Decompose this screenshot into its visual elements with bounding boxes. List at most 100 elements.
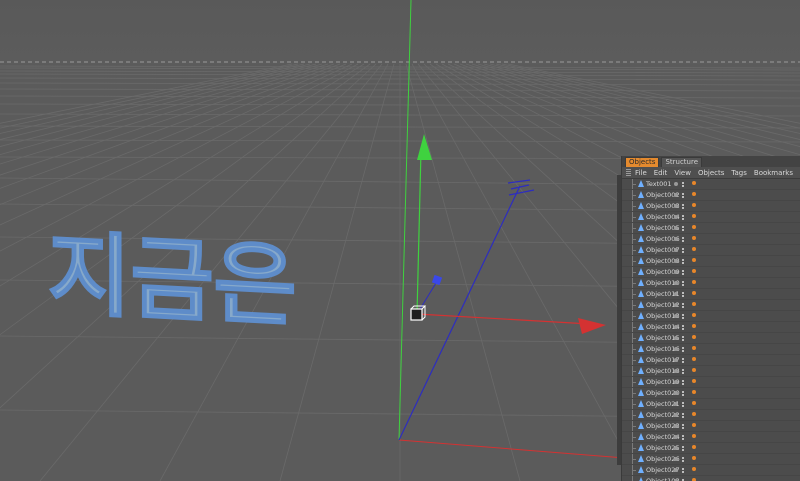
- object-row[interactable]: Object018: [622, 366, 800, 377]
- editor-visibility-dot-icon[interactable]: [682, 270, 684, 272]
- eye-icon[interactable]: [674, 182, 678, 186]
- editor-visibility-dot-icon[interactable]: [682, 215, 684, 217]
- phong-tag-icon[interactable]: [692, 445, 696, 449]
- eye-icon[interactable]: [674, 226, 678, 230]
- eye-icon[interactable]: [674, 248, 678, 252]
- phong-tag-icon[interactable]: [692, 324, 696, 328]
- render-visibility-dot-icon[interactable]: [682, 449, 684, 451]
- editor-visibility-dot-icon[interactable]: [682, 402, 684, 404]
- menu-bookmarks[interactable]: Bookmarks: [754, 168, 793, 178]
- menu-file[interactable]: File: [635, 168, 647, 178]
- eye-icon[interactable]: [674, 292, 678, 296]
- object-row[interactable]: Object023: [622, 421, 800, 432]
- render-visibility-dot-icon[interactable]: [682, 262, 684, 264]
- render-visibility-dot-icon[interactable]: [682, 207, 684, 209]
- eye-icon[interactable]: [674, 424, 678, 428]
- 3d-viewport[interactable]: 지금은 Objects Structure File Edit View Obj…: [0, 0, 800, 481]
- phong-tag-icon[interactable]: [692, 456, 696, 460]
- eye-icon[interactable]: [674, 314, 678, 318]
- eye-icon[interactable]: [674, 204, 678, 208]
- object-row[interactable]: Object015: [622, 333, 800, 344]
- object-row[interactable]: Object026: [622, 454, 800, 465]
- render-visibility-dot-icon[interactable]: [682, 295, 684, 297]
- phong-tag-icon[interactable]: [692, 236, 696, 240]
- menu-grip-icon[interactable]: [626, 169, 632, 176]
- eye-icon[interactable]: [674, 413, 678, 417]
- phong-tag-icon[interactable]: [692, 467, 696, 471]
- render-visibility-dot-icon[interactable]: [682, 372, 684, 374]
- editor-visibility-dot-icon[interactable]: [682, 380, 684, 382]
- object-row[interactable]: Object020: [622, 388, 800, 399]
- eye-icon[interactable]: [674, 358, 678, 362]
- editor-visibility-dot-icon[interactable]: [682, 193, 684, 195]
- editor-visibility-dot-icon[interactable]: [682, 358, 684, 360]
- render-visibility-dot-icon[interactable]: [682, 273, 684, 275]
- phong-tag-icon[interactable]: [692, 291, 696, 295]
- menu-objects[interactable]: Objects: [698, 168, 724, 178]
- eye-icon[interactable]: [674, 193, 678, 197]
- phong-tag-icon[interactable]: [692, 181, 696, 185]
- phong-tag-icon[interactable]: [692, 313, 696, 317]
- object-row[interactable]: Object024: [622, 432, 800, 443]
- render-visibility-dot-icon[interactable]: [682, 185, 684, 187]
- phong-tag-icon[interactable]: [692, 335, 696, 339]
- phong-tag-icon[interactable]: [692, 401, 696, 405]
- editor-visibility-dot-icon[interactable]: [682, 259, 684, 261]
- render-visibility-dot-icon[interactable]: [682, 328, 684, 330]
- editor-visibility-dot-icon[interactable]: [682, 457, 684, 459]
- eye-icon[interactable]: [674, 303, 678, 307]
- render-visibility-dot-icon[interactable]: [682, 438, 684, 440]
- object-row[interactable]: Object021: [622, 399, 800, 410]
- render-visibility-dot-icon[interactable]: [682, 229, 684, 231]
- editor-visibility-dot-icon[interactable]: [682, 292, 684, 294]
- editor-visibility-dot-icon[interactable]: [682, 413, 684, 415]
- eye-icon[interactable]: [674, 435, 678, 439]
- phong-tag-icon[interactable]: [692, 346, 696, 350]
- eye-icon[interactable]: [674, 446, 678, 450]
- tab-objects[interactable]: Objects: [625, 157, 660, 167]
- object-row[interactable]: Object027: [622, 465, 800, 476]
- object-row[interactable]: Object003: [622, 201, 800, 212]
- object-manager[interactable]: Objects Structure File Edit View Objects…: [621, 156, 800, 481]
- editor-visibility-dot-icon[interactable]: [682, 369, 684, 371]
- object-row[interactable]: Object010: [622, 278, 800, 289]
- eye-icon[interactable]: [674, 391, 678, 395]
- eye-icon[interactable]: [674, 215, 678, 219]
- object-row[interactable]: Object004: [622, 212, 800, 223]
- render-visibility-dot-icon[interactable]: [682, 471, 684, 473]
- render-visibility-dot-icon[interactable]: [682, 383, 684, 385]
- phong-tag-icon[interactable]: [692, 203, 696, 207]
- eye-icon[interactable]: [674, 259, 678, 263]
- phong-tag-icon[interactable]: [692, 302, 696, 306]
- eye-icon[interactable]: [674, 336, 678, 340]
- editor-visibility-dot-icon[interactable]: [682, 226, 684, 228]
- render-visibility-dot-icon[interactable]: [682, 240, 684, 242]
- eye-icon[interactable]: [674, 237, 678, 241]
- object-row[interactable]: Object025: [622, 443, 800, 454]
- phong-tag-icon[interactable]: [692, 423, 696, 427]
- editor-visibility-dot-icon[interactable]: [682, 248, 684, 250]
- phong-tag-icon[interactable]: [692, 357, 696, 361]
- object-row[interactable]: Object008: [622, 256, 800, 267]
- render-visibility-dot-icon[interactable]: [682, 218, 684, 220]
- render-visibility-dot-icon[interactable]: [682, 416, 684, 418]
- object-row[interactable]: Object016: [622, 344, 800, 355]
- eye-icon[interactable]: [674, 457, 678, 461]
- editor-visibility-dot-icon[interactable]: [682, 237, 684, 239]
- object-row[interactable]: Text001: [622, 179, 800, 190]
- object-row[interactable]: Object011: [622, 289, 800, 300]
- render-visibility-dot-icon[interactable]: [682, 361, 684, 363]
- editor-visibility-dot-icon[interactable]: [682, 336, 684, 338]
- render-visibility-dot-icon[interactable]: [682, 460, 684, 462]
- object-row[interactable]: Object009: [622, 267, 800, 278]
- object-row[interactable]: Object017: [622, 355, 800, 366]
- render-visibility-dot-icon[interactable]: [682, 427, 684, 429]
- phong-tag-icon[interactable]: [692, 368, 696, 372]
- render-visibility-dot-icon[interactable]: [682, 284, 684, 286]
- render-visibility-dot-icon[interactable]: [682, 306, 684, 308]
- object-row[interactable]: Object007: [622, 245, 800, 256]
- editor-visibility-dot-icon[interactable]: [682, 182, 684, 184]
- phong-tag-icon[interactable]: [692, 280, 696, 284]
- eye-icon[interactable]: [674, 347, 678, 351]
- object-row[interactable]: Object006: [622, 234, 800, 245]
